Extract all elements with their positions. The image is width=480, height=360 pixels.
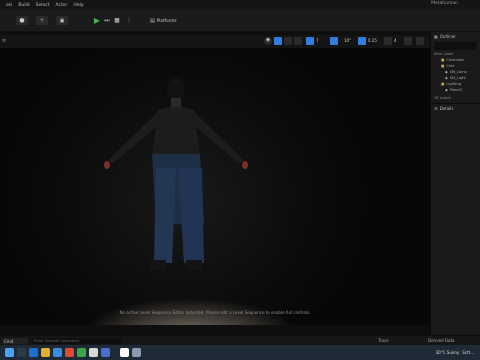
menu-item-tools[interactable]: ols (6, 3, 12, 8)
outliner-item[interactable]: ◆ Plane3 (431, 87, 480, 93)
outliner-item-label: SM_Light (449, 76, 466, 80)
app-icon-5[interactable] (132, 348, 141, 357)
project-title: Metahuman (431, 1, 458, 6)
more-icon: ⋮ (126, 17, 132, 24)
mail-icon[interactable] (53, 348, 62, 357)
outliner-header: ▦ Outliner (431, 32, 480, 41)
outliner-item-label: Plane3 (449, 88, 462, 92)
platforms-icon: ▤ (150, 17, 155, 24)
metahuman-character (104, 78, 248, 270)
menu-item-select[interactable]: Select (36, 3, 50, 8)
app-icon-1[interactable] (65, 348, 74, 357)
folder-icon: ■ (441, 58, 445, 62)
rotation-snap-value[interactable]: 10° (344, 38, 351, 43)
rotate-icon[interactable] (284, 37, 292, 45)
blueprint-button[interactable]: ▣ (56, 16, 68, 25)
derived-data-button[interactable]: Derived Data (428, 338, 455, 343)
app-icon-2[interactable] (77, 348, 86, 357)
trace-button[interactable]: Trace (378, 338, 389, 343)
menu-item-build[interactable]: Build (18, 3, 29, 8)
camera-speed-value[interactable]: 4 (394, 38, 397, 43)
weather-temp: 30°C Sunny (435, 350, 460, 355)
mode-selector-button[interactable]: ● (16, 16, 28, 25)
tray-text: Sctt... (462, 350, 474, 355)
browser-icon[interactable] (29, 348, 38, 357)
rotation-snap-icon[interactable] (330, 37, 338, 45)
actor-count: 28 actors (434, 96, 451, 100)
sequencer-hint-text: No active Level Sequence Editor detected… (119, 310, 311, 315)
stop-button[interactable]: ■ (113, 16, 121, 25)
console-input[interactable]: Enter Console Command (32, 338, 122, 344)
level-viewport[interactable]: No active Level Sequence Editor detected… (0, 48, 430, 325)
column-label: Item Label (434, 52, 454, 56)
outliner-item-label: Lighting (446, 82, 461, 86)
platforms-label: Platforms (156, 18, 177, 23)
outliner-title: Outliner (439, 34, 456, 39)
start-icon[interactable] (5, 348, 14, 357)
details-icon: ☰ (434, 106, 438, 111)
grid-snap-value[interactable]: 7 (316, 38, 319, 43)
step-icon: ⏭ (104, 16, 110, 24)
unreal-engine-icon[interactable] (120, 348, 129, 357)
folder-icon: ■ (441, 64, 445, 68)
play-icon: ▶ (93, 16, 101, 25)
viewport-menu-icon[interactable]: ≡ (2, 38, 6, 44)
outliner-item-label: SM_Lamp (449, 70, 467, 74)
outliner-icon: ▦ (434, 34, 438, 39)
windows-taskbar: 30°C Sunny Sctt... (0, 345, 480, 360)
outliner-item-label: Cinematic (446, 58, 465, 62)
step-button[interactable]: ⏭ (103, 16, 111, 25)
mesh-icon: ◆ (445, 70, 448, 74)
platforms-dropdown[interactable]: ▤ Platforms (150, 16, 182, 25)
outliner-item-label: Cine (446, 64, 455, 68)
more-play-options-button[interactable]: ⋮ (125, 16, 133, 25)
main-toolbar: ● + ▣ ▶ ⏭ ■ ⋮ ▤ Platforms (0, 10, 480, 32)
add-content-button[interactable]: + (36, 16, 48, 25)
cmd-label: Cmd (4, 338, 14, 344)
outliner-search-input[interactable] (434, 42, 477, 50)
details-header: ☰ Details (431, 104, 480, 113)
stop-icon: ■ (114, 17, 120, 24)
menu-item-actor[interactable]: Actor (56, 3, 68, 8)
play-button[interactable]: ▶ (93, 16, 101, 25)
details-title: Details (439, 106, 454, 111)
mesh-icon: ◆ (445, 76, 448, 80)
menu-item-help[interactable]: Help (73, 3, 83, 8)
scale-snap-value[interactable]: 0.25 (368, 38, 377, 43)
scale-snap-icon[interactable] (358, 37, 366, 45)
mesh-icon: ◆ (445, 88, 448, 92)
viewport-toolbar: ≡ ◉ 7 10° 0.25 4 (0, 35, 430, 48)
menu-bar: ols Build Select Actor Help Metahuman (0, 0, 480, 10)
cmd-dropdown[interactable]: Cmd (2, 338, 28, 344)
mode-icon: ● (19, 17, 25, 24)
app-icon-4[interactable] (101, 348, 110, 357)
file-explorer-icon[interactable] (41, 348, 50, 357)
folder-icon: ■ (441, 82, 445, 86)
status-bar: Cmd Enter Console Command Trace Derived … (0, 335, 480, 345)
camera-speed-icon[interactable] (384, 37, 392, 45)
right-panel: ▦ Outliner Item Label ■ Cinematic ■ Cine ◆… (430, 32, 480, 335)
maximize-icon[interactable] (416, 37, 424, 45)
blueprint-icon: ▣ (59, 17, 65, 24)
search-icon[interactable] (17, 348, 26, 357)
layout-icon[interactable] (404, 37, 412, 45)
select-mode-icon[interactable]: ◉ (264, 37, 272, 45)
add-icon: + (39, 17, 45, 24)
grid-snap-icon[interactable] (306, 37, 314, 45)
app-icon-3[interactable] (89, 348, 98, 357)
translate-icon[interactable] (274, 37, 282, 45)
scale-icon[interactable] (294, 37, 302, 45)
